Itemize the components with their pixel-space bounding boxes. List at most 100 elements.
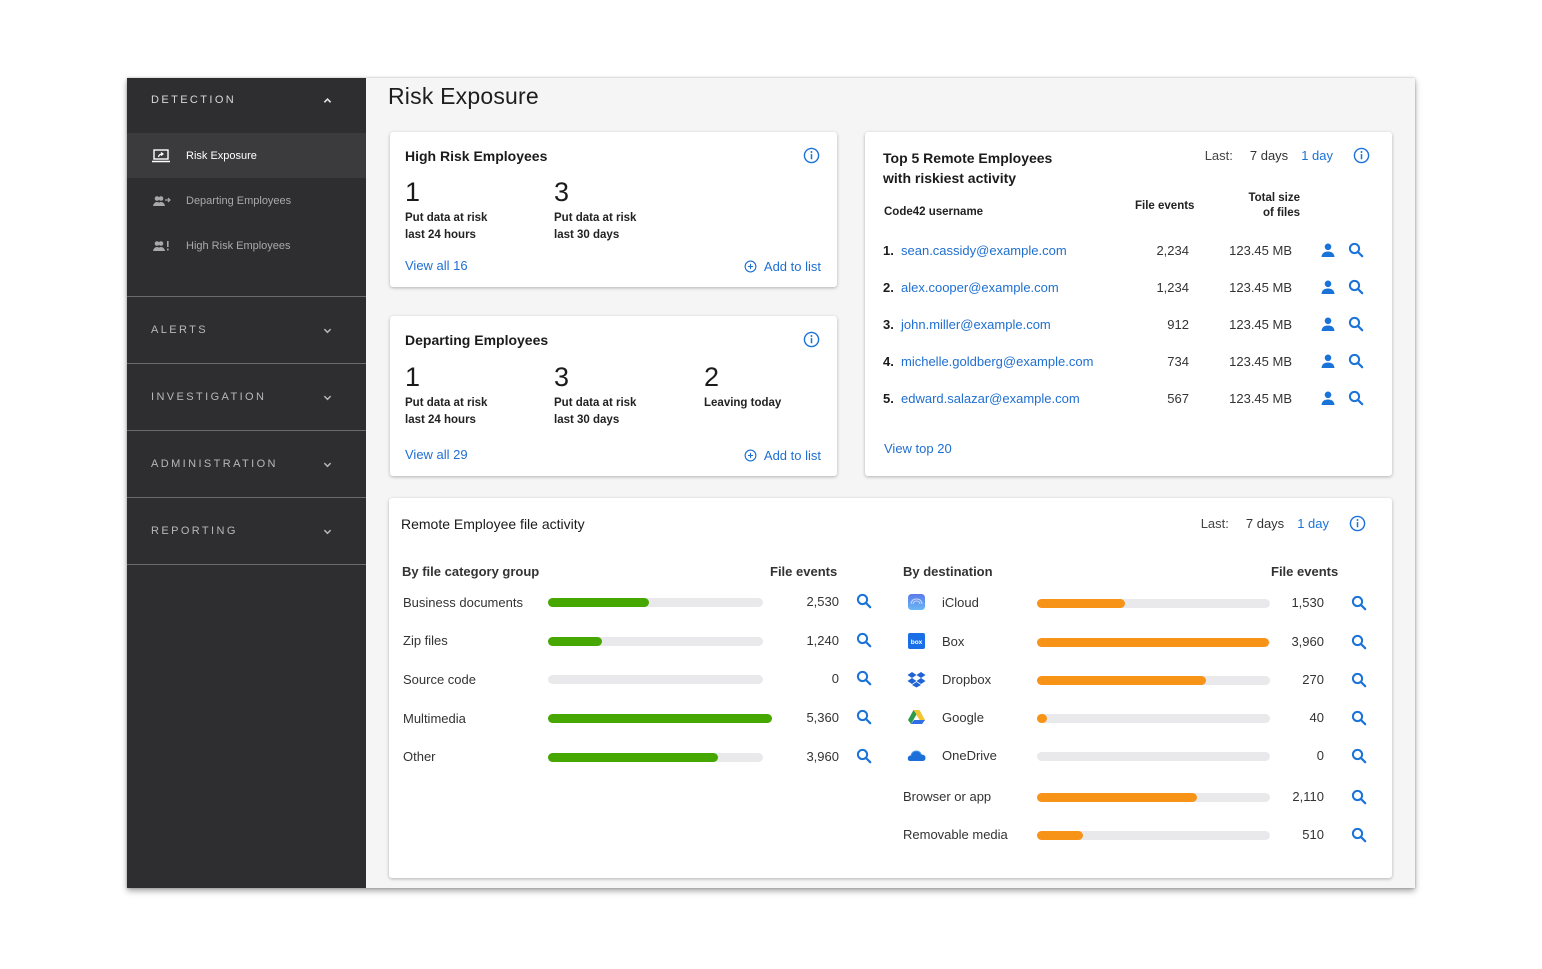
add-to-list-button[interactable]: Add to list bbox=[744, 259, 821, 274]
rank: 5. bbox=[883, 390, 894, 406]
nav-section-toggle-administration[interactable]: ADMINISTRATION bbox=[127, 431, 366, 497]
search-icon[interactable] bbox=[856, 670, 872, 686]
username-link[interactable]: michelle.goldberg@example.com bbox=[901, 354, 1131, 369]
destination-row: Google bbox=[942, 708, 984, 726]
info-icon[interactable] bbox=[1353, 147, 1370, 164]
destination-heading: By destination bbox=[903, 564, 993, 579]
search-icon[interactable] bbox=[856, 709, 872, 725]
destination-file-events: 2,110 bbox=[1292, 789, 1324, 804]
username-link[interactable]: edward.salazar@example.com bbox=[901, 391, 1131, 406]
column-header-file-events: File events bbox=[1135, 200, 1195, 212]
add-to-list-label: Add to list bbox=[763, 448, 821, 463]
search-icon[interactable] bbox=[856, 748, 872, 764]
category-file-events: 3,960 bbox=[806, 748, 839, 764]
destination-bar-track bbox=[1037, 599, 1270, 608]
chevron-down-icon bbox=[323, 326, 332, 335]
search-icon[interactable] bbox=[1348, 353, 1364, 369]
search-icon[interactable] bbox=[1348, 390, 1364, 406]
total-size: 123.45 MB bbox=[1229, 242, 1292, 258]
destination-bar-track bbox=[1037, 638, 1270, 647]
rank: 2. bbox=[883, 279, 894, 295]
stat-value: 2 bbox=[704, 362, 720, 392]
search-icon[interactable] bbox=[1348, 279, 1364, 295]
username-link[interactable]: sean.cassidy@example.com bbox=[901, 243, 1131, 258]
stat-label: Put data at risk bbox=[554, 397, 637, 409]
search-icon[interactable] bbox=[1351, 634, 1367, 650]
view-all-link[interactable]: View all 16 bbox=[405, 258, 468, 273]
search-icon[interactable] bbox=[856, 593, 872, 609]
rank: 3. bbox=[883, 316, 894, 332]
category-file-events: 0 bbox=[831, 671, 839, 687]
nav-section-toggle-investigation[interactable]: INVESTIGATION bbox=[127, 364, 366, 430]
range-option-1-day[interactable]: 1 day bbox=[1301, 148, 1333, 163]
range-label: Last: bbox=[1204, 148, 1233, 163]
card-title: High Risk Employees bbox=[405, 148, 548, 164]
sidebar-item-departing-employees[interactable]: Departing Employees bbox=[127, 178, 366, 223]
destination-bar-fill bbox=[1037, 638, 1269, 647]
username-link[interactable]: alex.cooper@example.com bbox=[901, 280, 1131, 295]
destination-bar-track bbox=[1037, 714, 1270, 723]
destination-events-heading: File events bbox=[1271, 564, 1339, 579]
nav-section-detection: DETECTION Risk Exposure Departing Employ bbox=[127, 78, 366, 297]
sidebar-item-risk-exposure[interactable]: Risk Exposure bbox=[127, 133, 366, 178]
search-icon[interactable] bbox=[1351, 748, 1367, 764]
sidebar-item-high-risk-employees[interactable]: High Risk Employees bbox=[127, 223, 366, 268]
search-icon[interactable] bbox=[1351, 595, 1367, 611]
search-icon[interactable] bbox=[1348, 316, 1364, 332]
info-icon[interactable] bbox=[803, 147, 820, 164]
destination-name: Browser or app bbox=[903, 788, 992, 804]
category-bar-track bbox=[548, 636, 763, 646]
search-icon[interactable] bbox=[1351, 827, 1367, 843]
user-profile-icon[interactable] bbox=[1320, 316, 1336, 332]
category-bar-fill bbox=[548, 752, 718, 762]
info-icon[interactable] bbox=[1349, 515, 1366, 532]
column-header-username: Code42 username bbox=[884, 206, 984, 218]
table-row: 1. sean.cassidy@example.com 2,234 123.45 MB bbox=[883, 239, 1370, 261]
username-link[interactable]: john.miller@example.com bbox=[901, 317, 1131, 332]
users-departing-icon bbox=[151, 194, 171, 208]
stat-label: Put data at risk bbox=[405, 397, 488, 409]
view-all-link[interactable]: View all 29 bbox=[405, 447, 468, 462]
sidebar: DETECTION Risk Exposure Departing Employ bbox=[127, 78, 366, 888]
box-icon: box bbox=[907, 632, 926, 650]
category-bar-fill bbox=[548, 636, 602, 646]
category-file-events: 1,240 bbox=[806, 632, 839, 648]
range-option-7-days[interactable]: 7 days bbox=[1246, 516, 1284, 531]
destination-name: iCloud bbox=[942, 594, 979, 610]
view-top-20-link[interactable]: View top 20 bbox=[884, 441, 952, 456]
destination-file-events: 40 bbox=[1309, 710, 1324, 725]
search-icon[interactable] bbox=[856, 632, 872, 648]
nav-section-toggle-alerts[interactable]: ALERTS bbox=[127, 297, 366, 363]
time-range-selector: Last: 7 days 1 day bbox=[1205, 147, 1370, 164]
table-row: 2. alex.cooper@example.com 1,234 123.45 MB bbox=[883, 276, 1370, 298]
user-profile-icon[interactable] bbox=[1320, 390, 1336, 406]
category-bar-track bbox=[548, 752, 763, 762]
chevron-down-icon bbox=[323, 460, 332, 469]
search-icon[interactable] bbox=[1351, 672, 1367, 688]
search-icon[interactable] bbox=[1351, 789, 1367, 805]
column-header-total-size: Total size of files bbox=[1235, 191, 1300, 221]
row-actions bbox=[1320, 279, 1364, 295]
stat-period: last 30 days bbox=[554, 414, 620, 426]
nav-section-toggle-detection[interactable]: DETECTION bbox=[127, 78, 366, 122]
user-profile-icon[interactable] bbox=[1320, 242, 1336, 258]
svg-text:box: box bbox=[911, 639, 923, 646]
info-icon[interactable] bbox=[803, 331, 820, 348]
chevron-down-icon bbox=[323, 393, 332, 402]
category-row: Source code bbox=[403, 670, 476, 688]
destination-name: Dropbox bbox=[942, 671, 992, 687]
user-profile-icon[interactable] bbox=[1320, 353, 1336, 369]
onedrive-icon bbox=[907, 746, 926, 764]
nav-section-toggle-reporting[interactable]: REPORTING bbox=[127, 498, 366, 564]
user-profile-icon[interactable] bbox=[1320, 279, 1336, 295]
add-to-list-button[interactable]: Add to list bbox=[744, 448, 821, 463]
range-option-7-days[interactable]: 7 days bbox=[1250, 148, 1288, 163]
category-heading: By file category group bbox=[402, 564, 540, 579]
stat-value: 3 bbox=[554, 177, 570, 207]
destination-bar-track bbox=[1037, 793, 1270, 802]
search-icon[interactable] bbox=[1348, 242, 1364, 258]
destination-row: Box bbox=[942, 632, 964, 650]
range-option-1-day[interactable]: 1 day bbox=[1297, 516, 1329, 531]
category-name: Zip files bbox=[403, 633, 448, 649]
search-icon[interactable] bbox=[1351, 710, 1367, 726]
